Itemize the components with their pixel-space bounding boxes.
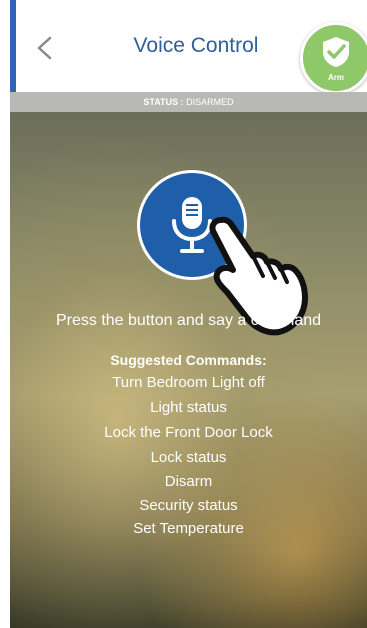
command-item: Set Temperature [133,520,244,537]
header-bar: Voice Control Arm [10,0,367,94]
status-label: STATUS : [143,97,184,107]
chevron-left-icon [37,36,52,60]
status-value: DISARMED [186,97,234,107]
shield-check-icon [323,37,349,67]
command-item: Lock the Front Door Lock [104,424,273,441]
voice-control-screen: Voice Control Arm STATUS : DISARMED Pres… [10,0,367,628]
arm-label: Arm [327,73,344,82]
command-item: Security status [139,497,238,514]
arm-button[interactable]: Arm [300,22,367,94]
header-accent-bar [10,0,16,92]
command-item: Disarm [164,473,213,490]
page-title: Voice Control [133,34,259,57]
command-item: Lock status [150,449,227,466]
command-item: Turn Bedroom Light off [112,374,265,391]
suggested-commands-title: Suggested Commands: [110,352,267,368]
status-bar: STATUS : DISARMED [10,92,367,112]
command-item: Light status [150,399,227,416]
instruction-text: Press the button and say a command [55,312,322,329]
back-button[interactable] [26,28,62,68]
